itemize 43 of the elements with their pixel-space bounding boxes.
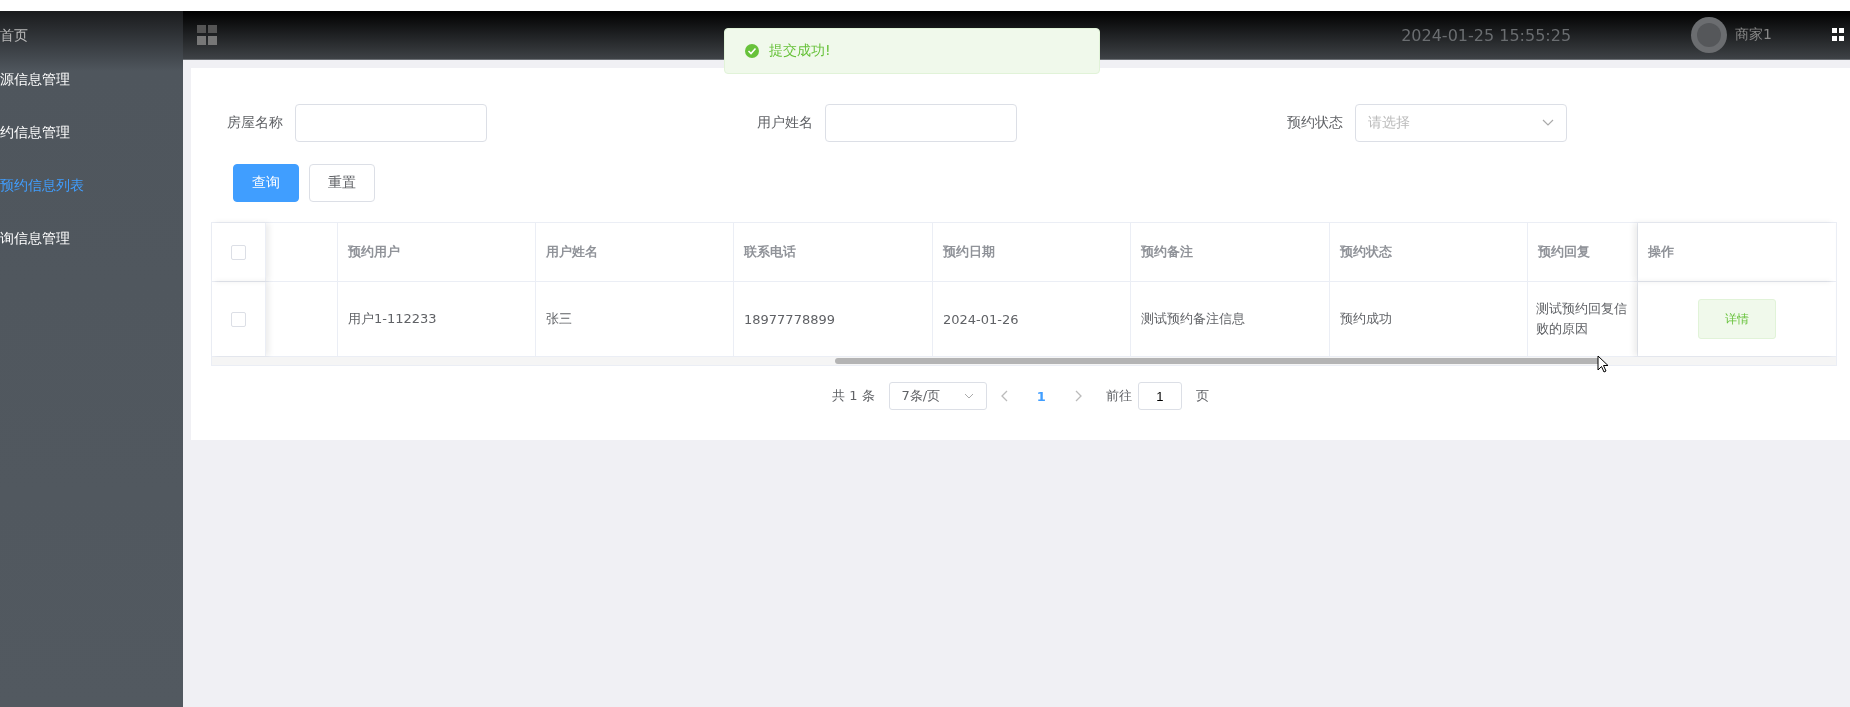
- sidebar-item[interactable]: 源信息管理: [0, 53, 183, 106]
- column-header: 操作: [1638, 223, 1835, 281]
- reset-button[interactable]: 重置: [309, 164, 375, 202]
- page-size-select[interactable]: 7条/页: [888, 382, 987, 410]
- input-field[interactable]: [825, 104, 1017, 142]
- column-header: 用户姓名: [536, 223, 734, 281]
- filter-label: 房屋名称: [227, 114, 283, 132]
- chevron-icon: [963, 393, 974, 399]
- check-circle-icon: [745, 44, 759, 58]
- column-header: 预约状态: [1330, 223, 1528, 281]
- sidebar-item[interactable]: 询信息管理: [0, 212, 183, 265]
- column-header: 联系电话: [734, 223, 933, 281]
- next-icon[interactable]: [1073, 390, 1082, 402]
- page-suffix: 页: [1195, 387, 1209, 405]
- table-cell: 测试预约回复信败的原因: [1528, 282, 1638, 356]
- prev-icon[interactable]: [1000, 390, 1009, 402]
- avatar-icon[interactable]: [1691, 17, 1728, 53]
- filter-label: 预约状态: [1287, 114, 1343, 132]
- chevron-icon: [1542, 119, 1554, 127]
- grid-icon[interactable]: [197, 25, 217, 45]
- checkbox[interactable]: [231, 244, 246, 260]
- table-cell: 2024-01-26: [933, 282, 1131, 356]
- checkbox[interactable]: [231, 311, 246, 327]
- column-header: 预约回复: [1528, 223, 1638, 281]
- total-count: 共 1 条: [832, 387, 875, 405]
- table-cell: 18977778899: [734, 282, 933, 356]
- goto-label: 前往: [1105, 387, 1132, 405]
- fullscreen-icon[interactable]: [1832, 28, 1844, 42]
- column-header: 预约用户: [338, 223, 536, 281]
- table-cell: 测试预约备注信息: [1131, 282, 1330, 356]
- datetime: 2024-01-25 15:55:25: [1401, 25, 1572, 45]
- column-header: 预约备注: [1131, 223, 1330, 281]
- page-input[interactable]: 1: [1137, 382, 1182, 410]
- sidebar-item[interactable]: 首页: [0, 27, 183, 53]
- table-cell: 张三: [536, 282, 734, 356]
- sidebar-item[interactable]: 约信息管理: [0, 106, 183, 159]
- filter-label: 用户姓名: [757, 114, 813, 132]
- user-name[interactable]: 商家1: [1735, 26, 1772, 44]
- input-field[interactable]: [295, 104, 487, 142]
- column-header: 预约日期: [933, 223, 1131, 281]
- table-cell: 预约成功: [1330, 282, 1528, 356]
- table-cell: 用户1-112233: [338, 282, 536, 356]
- toast-message: 提交成功!: [769, 42, 831, 60]
